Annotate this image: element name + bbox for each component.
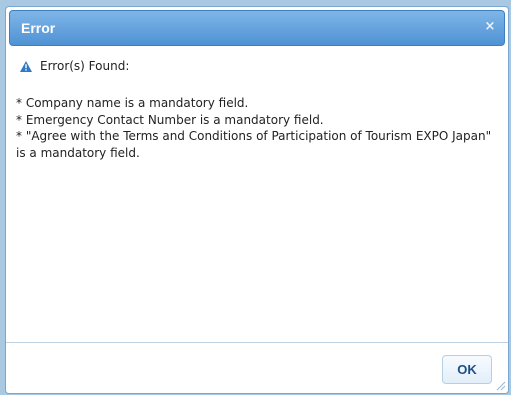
dialog-titlebar[interactable]: Error × bbox=[9, 10, 505, 46]
error-heading-row: Error(s) Found: bbox=[16, 59, 508, 79]
ok-button[interactable]: OK bbox=[442, 355, 492, 384]
error-message: * Emergency Contact Number is a mandator… bbox=[16, 112, 324, 127]
error-heading: Error(s) Found: bbox=[40, 59, 130, 73]
error-message: * "Agree with the Terms and Conditions o… bbox=[16, 129, 492, 160]
resize-grip-icon[interactable] bbox=[494, 379, 506, 391]
error-message-list: * Company name is a mandatory field. * E… bbox=[16, 95, 504, 161]
close-icon[interactable]: × bbox=[481, 18, 499, 36]
dialog-footer: OK bbox=[6, 342, 508, 393]
dialog-title: Error bbox=[21, 20, 56, 36]
error-message: * Company name is a mandatory field. bbox=[16, 96, 249, 110]
dialog-content: Error(s) Found: * Company name is a mand… bbox=[6, 49, 508, 343]
error-dialog: Error × Error(s) Found: * Company name i… bbox=[5, 6, 509, 394]
warning-triangle-icon bbox=[20, 61, 32, 72]
